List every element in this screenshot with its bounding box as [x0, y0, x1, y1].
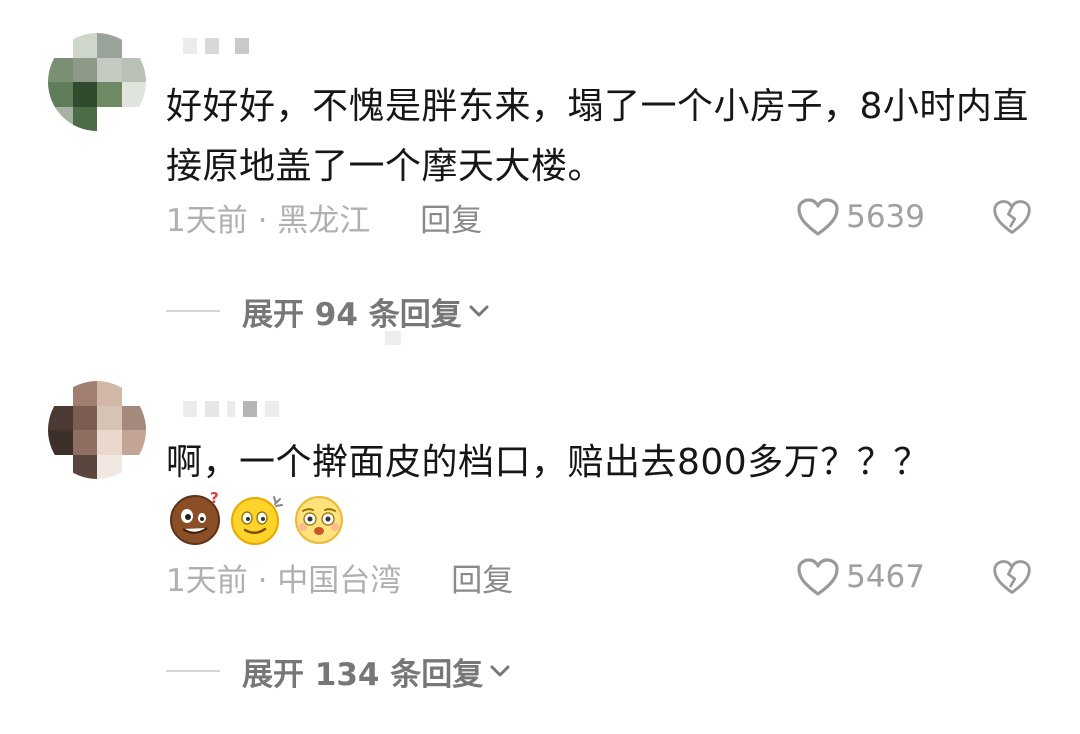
dislike-button[interactable] — [992, 557, 1032, 597]
reply-button[interactable]: 回复 — [420, 195, 482, 240]
emoji-row: ? — [166, 488, 348, 548]
expand-label: 展开 134 条回复 — [242, 656, 484, 693]
avatar-pixel — [48, 82, 73, 107]
avatar-pixel — [97, 454, 122, 479]
avatar-pixel — [48, 381, 73, 406]
svg-text:?: ? — [210, 489, 219, 507]
chevron-down-icon — [490, 665, 510, 677]
avatar-pixel — [97, 405, 122, 430]
avatar-pixel — [48, 430, 73, 455]
avatar-pixel — [121, 33, 146, 58]
avatar-pixel — [121, 430, 146, 455]
like-count: 5467 — [846, 559, 925, 595]
avatar-pixel — [121, 106, 146, 131]
avatar-pixel — [72, 82, 97, 107]
username-blurred[interactable] — [183, 36, 249, 56]
avatar-pixel — [72, 33, 97, 58]
avatar-pixel — [97, 381, 122, 406]
avatar-pixel — [72, 430, 97, 455]
avatar-pixel — [48, 454, 73, 479]
expand-replies-button[interactable]: 展开 94 条回复 — [166, 291, 492, 333]
avatar-pixel — [72, 381, 97, 406]
pleading-face-icon — [295, 496, 343, 544]
avatar-pixel — [97, 106, 122, 131]
avatar-pixel — [97, 430, 122, 455]
avatar-pixel — [97, 33, 122, 58]
time-location: 1天前 · 黑龙江 — [166, 202, 371, 239]
dizzy-smile-face-icon — [231, 496, 283, 545]
chevron-down-icon — [469, 305, 489, 317]
avatar-pixel — [48, 106, 73, 131]
username-blurred[interactable] — [183, 399, 279, 419]
avatar-pixel — [97, 57, 122, 82]
reply-button[interactable]: 回复 — [451, 555, 513, 600]
confused-face-icon: ? — [170, 489, 220, 545]
image-artifact — [385, 331, 401, 345]
like-button[interactable]: 5639 — [796, 197, 925, 237]
divider-line — [166, 670, 220, 672]
avatar-pixel — [97, 82, 122, 107]
expand-replies-button[interactable]: 展开 134 条回复 — [166, 651, 513, 693]
like-count: 5639 — [846, 199, 925, 235]
divider-line — [166, 310, 220, 312]
avatar-pixel — [121, 454, 146, 479]
comment-meta: 1天前 · 黑龙江 回复 — [166, 195, 482, 240]
avatar-pixel — [72, 405, 97, 430]
like-button[interactable]: 5467 — [796, 557, 925, 597]
avatar[interactable] — [48, 381, 146, 479]
avatar-pixel — [72, 454, 97, 479]
time-location: 1天前 · 中国台湾 — [166, 562, 402, 599]
broken-heart-icon — [993, 200, 1031, 234]
broken-heart-icon — [993, 560, 1031, 594]
dislike-button[interactable] — [992, 197, 1032, 237]
comment-text: 好好好，不愧是胖东来，塌了一个小房子，8小时内直接原地盖了一个摩天大楼。 — [166, 86, 1029, 187]
expand-label: 展开 94 条回复 — [242, 296, 462, 333]
avatar-pixel — [48, 405, 73, 430]
avatar-pixel — [48, 33, 73, 58]
avatar-pixel — [121, 57, 146, 82]
heart-icon — [797, 558, 839, 596]
avatar-pixel — [72, 106, 97, 131]
avatar-pixel — [121, 405, 146, 430]
avatar-pixel — [48, 57, 73, 82]
avatar-pixel — [121, 82, 146, 107]
comment-meta: 1天前 · 中国台湾 回复 — [166, 555, 513, 600]
comment-text: 啊，一个擀面皮的档口，赔出去800多万？？？ — [166, 442, 930, 483]
avatar[interactable] — [48, 33, 146, 131]
heart-icon — [797, 198, 839, 236]
avatar-pixel — [121, 381, 146, 406]
avatar-pixel — [72, 57, 97, 82]
